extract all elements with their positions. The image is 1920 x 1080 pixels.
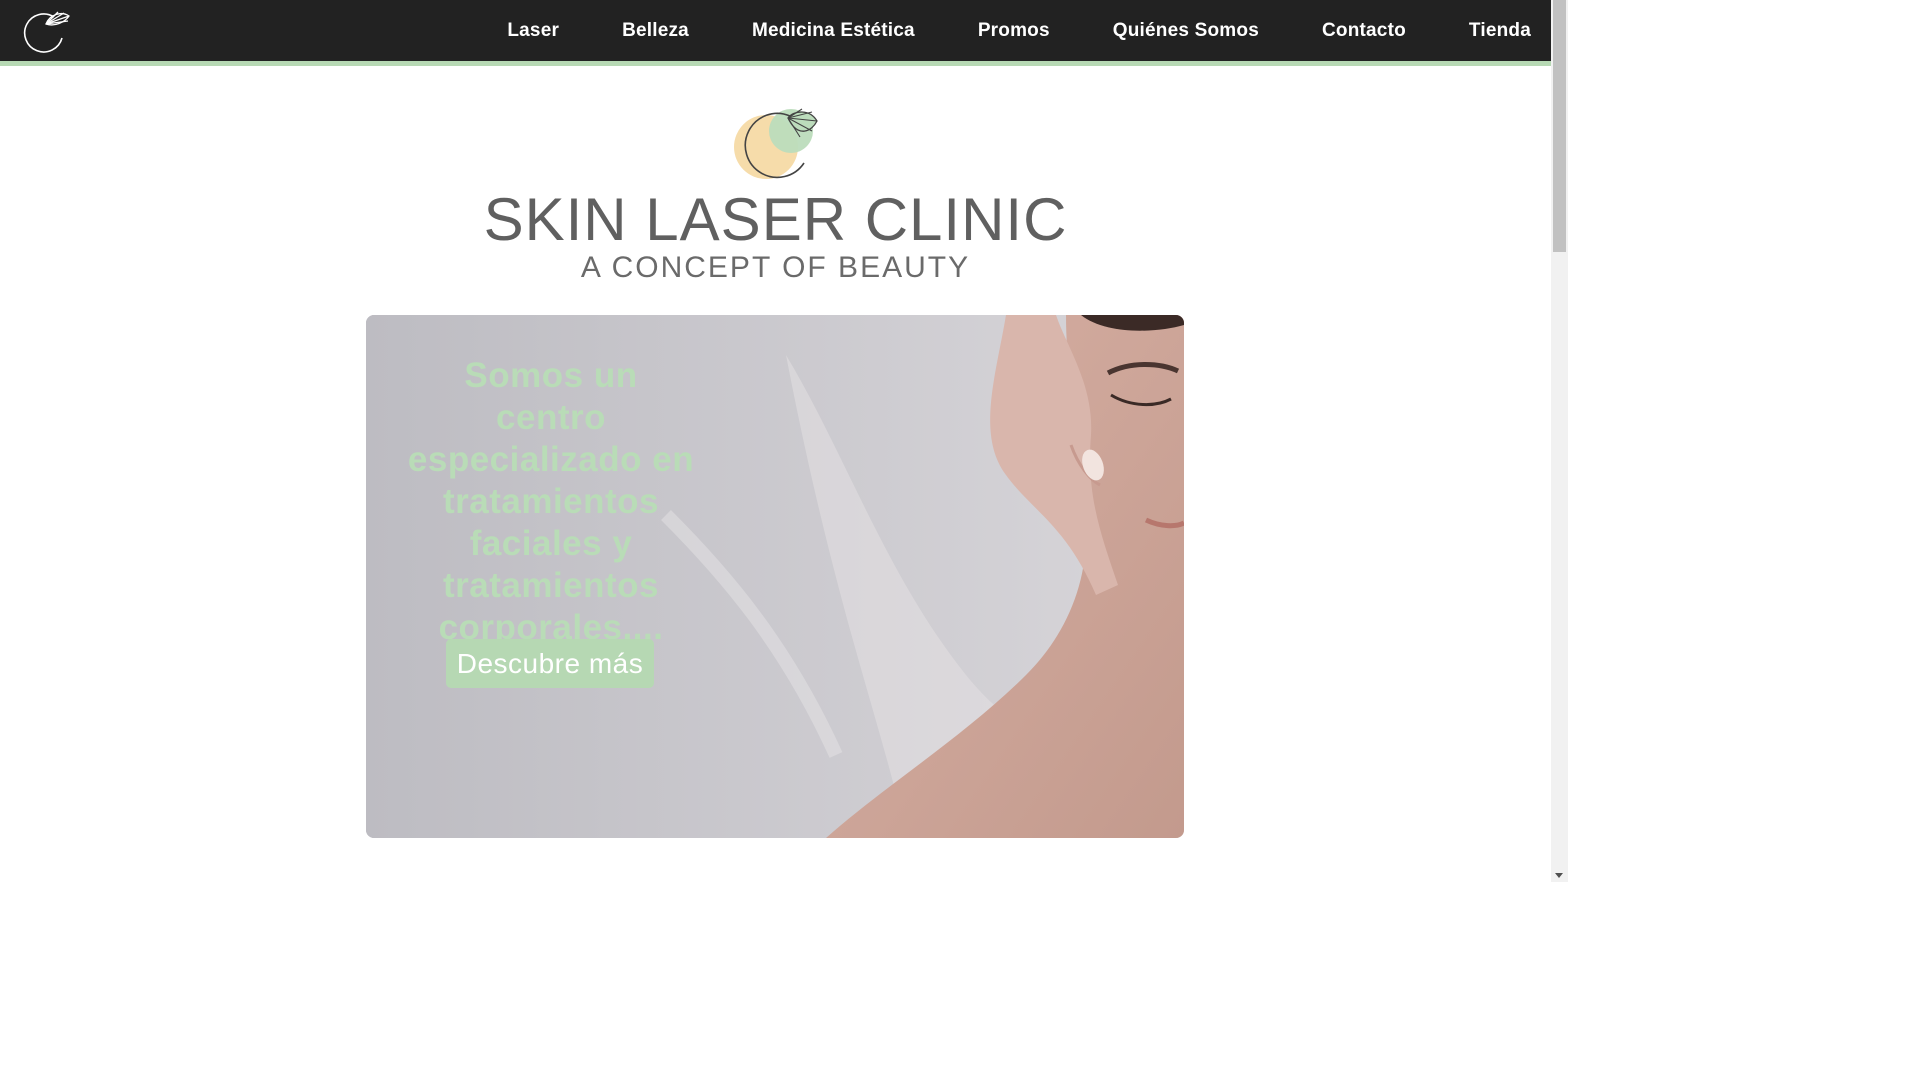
page-scrollbar[interactable] (1551, 0, 1568, 882)
brand-tagline: A CONCEPT OF BEAUTY (580, 251, 971, 284)
scroll-down-arrow-icon[interactable] (1555, 873, 1563, 878)
clinic-logo-icon[interactable] (22, 8, 72, 54)
page: Laser Belleza Medicina Estética Promos Q… (0, 0, 1568, 882)
nav-item-medicina-estetica[interactable]: Medicina Estética (752, 20, 915, 42)
navbar-accent-line (0, 61, 1551, 66)
nav-item-tienda[interactable]: Tienda (1469, 20, 1531, 42)
scrollbar-thumb[interactable] (1553, 0, 1566, 252)
top-navbar: Laser Belleza Medicina Estética Promos Q… (0, 0, 1551, 61)
nav-item-quienes-somos[interactable]: Quiénes Somos (1113, 20, 1259, 42)
brand-logo-icon (734, 108, 818, 179)
hero-headline: Somos un centro especializado en tratami… (407, 356, 695, 647)
hero-banner: Somos un centro especializado en tratami… (366, 315, 1184, 838)
brand-title: SKIN LASER CLINIC (483, 186, 1068, 253)
nav-item-belleza[interactable]: Belleza (622, 20, 689, 42)
nav-item-promos[interactable]: Promos (978, 20, 1050, 42)
main-menu: Laser Belleza Medicina Estética Promos Q… (444, 0, 1531, 61)
nav-item-laser[interactable]: Laser (507, 20, 559, 42)
nav-item-contacto[interactable]: Contacto (1322, 20, 1406, 42)
discover-more-button[interactable]: Descubre más (446, 639, 654, 688)
